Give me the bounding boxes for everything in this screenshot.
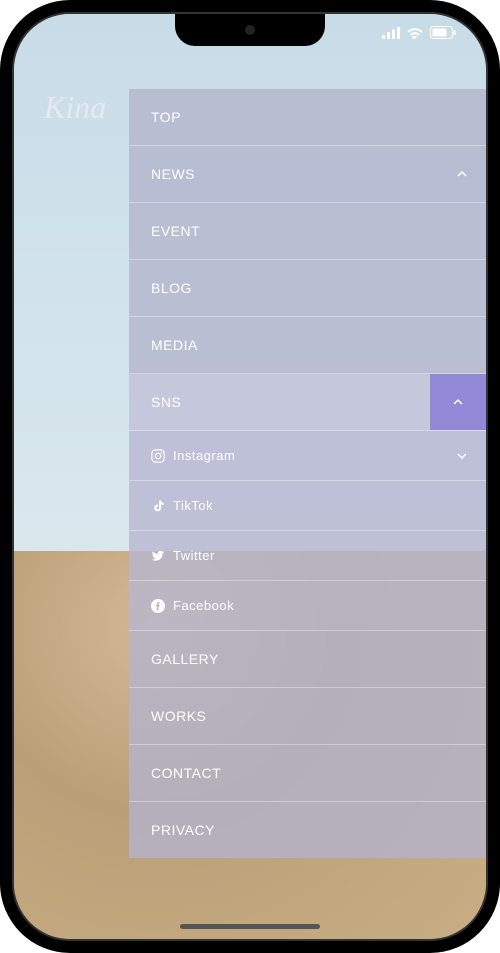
menu-label: MEDIA [151,337,198,353]
menu-item-works[interactable]: WORKS [129,688,486,745]
menu-label: SNS [151,394,181,410]
menu-label: PRIVACY [151,822,215,838]
menu-item-blog[interactable]: BLOG [129,260,486,317]
chevron-down-icon [456,450,468,462]
menu-label: Instagram [173,448,235,463]
sns-toggle-box[interactable] [430,374,486,430]
menu-item-twitter[interactable]: Twitter [129,531,486,581]
phone-frame: Kina TOP NEWS EVENT BLOG M [0,0,500,953]
menu-label: Twitter [173,548,215,563]
menu-item-instagram[interactable]: Instagram [129,431,486,481]
status-bar [382,26,456,39]
home-indicator[interactable] [180,924,320,929]
screen-content: Kina TOP NEWS EVENT BLOG M [14,14,486,939]
instagram-icon [151,449,165,463]
menu-label: CONTACT [151,765,221,781]
menu-label: NEWS [151,166,195,182]
wifi-icon [407,27,423,39]
menu-item-event[interactable]: EVENT [129,203,486,260]
menu-label: Facebook [173,598,234,613]
menu-label: WORKS [151,708,206,724]
menu-item-contact[interactable]: CONTACT [129,745,486,802]
cellular-signal-icon [382,27,400,39]
menu-item-tiktok[interactable]: TikTok [129,481,486,531]
battery-icon [430,26,456,39]
menu-label: EVENT [151,223,200,239]
phone-notch [175,14,325,46]
navigation-menu: TOP NEWS EVENT BLOG MEDIA [129,89,486,939]
menu-item-top[interactable]: TOP [129,89,486,146]
site-logo[interactable]: Kina [44,89,106,126]
menu-label: TikTok [173,498,213,513]
menu-item-facebook[interactable]: Facebook [129,581,486,631]
facebook-icon [151,599,165,613]
menu-label: TOP [151,109,181,125]
menu-label: BLOG [151,280,192,296]
menu-item-gallery[interactable]: GALLERY [129,631,486,688]
menu-item-privacy[interactable]: PRIVACY [129,802,486,858]
menu-label: GALLERY [151,651,219,667]
phone-screen-bezel: Kina TOP NEWS EVENT BLOG M [12,12,488,941]
tiktok-icon [151,499,165,513]
chevron-up-icon [452,396,464,408]
menu-item-sns[interactable]: SNS [129,374,486,431]
chevron-up-icon [456,168,468,180]
twitter-icon [151,549,165,563]
menu-item-news[interactable]: NEWS [129,146,486,203]
menu-item-media[interactable]: MEDIA [129,317,486,374]
front-camera [245,25,255,35]
